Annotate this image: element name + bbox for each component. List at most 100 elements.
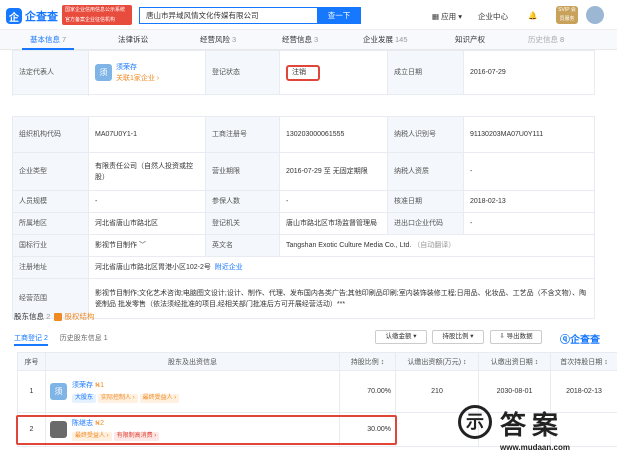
search-button[interactable]: 查一下 [317, 7, 361, 24]
share-ratio-filter[interactable]: 持股比例 ▾ [432, 330, 484, 344]
shareholder-cell: 陈继志 ⛕2 最终受益人 › 有限制高消费 › [45, 412, 340, 447]
main-tabs: 基本信息 7 法律诉讼 经营风险 3 经营信息 3 企业发展 145 知识产权 历史信息… [0, 30, 617, 50]
official-badge: 国家企业信用信息公示系统 官方备案企业征信机构 [62, 5, 132, 25]
authority-value: 唐山市路北区市场监督管理局 [279, 212, 388, 235]
tab-history-shareholders[interactable]: 历史股东信息 1 [60, 335, 108, 342]
structure-icon [54, 313, 63, 322]
row-index: 2 [17, 412, 46, 447]
tag-consumption-restricted[interactable]: 有限制高消费 › [113, 431, 160, 441]
biz-reg-no-value: 130203000061555 [279, 116, 388, 153]
search-input[interactable]: 唐山市异域风情文化传媒有限公司 [139, 7, 317, 24]
insured-value: - [279, 190, 388, 213]
ratio-value: 30.00% [339, 412, 396, 447]
watermark-logo-icon: 示 [458, 405, 492, 439]
app-menu-label: 应用 [441, 12, 457, 21]
related-companies-link[interactable]: 关联1家企业 › [116, 75, 159, 82]
qcc-logo[interactable]: 企 企查查 [6, 8, 58, 24]
shareholder-subtabs: 工商登记 2 历史股东信息 1 [14, 333, 108, 346]
company-type-value: 有限责任公司（自然人投资或控股） [88, 152, 206, 191]
label-insured: 参保人数 [205, 190, 280, 213]
watermark-url: www.mudaan.com [500, 443, 570, 452]
label-industry: 国标行业 [12, 234, 89, 257]
logo-text: 企查查 [25, 11, 58, 23]
tag-beneficiary[interactable]: 最终受益人 › [71, 431, 112, 441]
english-name-cell: Tangshan Exotic Culture Media Co., Ltd. … [279, 234, 595, 257]
staff-size-value: - [88, 190, 206, 213]
col-index: 序号 [17, 352, 46, 371]
logo-badge: 企 [6, 8, 22, 24]
tab-legal[interactable]: 法律诉讼 [118, 34, 148, 45]
user-avatar[interactable] [586, 6, 604, 24]
industry-dropdown[interactable]: 影视节目制作 ﹀ [88, 234, 206, 257]
label-company-type: 企业类型 [12, 152, 89, 191]
subscribed-amount-filter[interactable]: 认缴金额 ▾ [375, 330, 427, 344]
shareholder-cell: 须 须荣存 ⛕1 大股东 实际控制人 › 最终受益人 › [45, 370, 340, 413]
watermark: 示 答案 www.mudaan.com [458, 403, 608, 458]
bell-icon[interactable]: 🔔 [528, 11, 537, 20]
avatar [50, 421, 67, 438]
shareholder-name-link[interactable]: 陈继志 [72, 420, 93, 427]
taxpayer-qual-value: - [463, 152, 595, 191]
brand-text: 企查查 [570, 335, 600, 346]
label-region: 所属地区 [12, 212, 89, 235]
tab-development[interactable]: 企业发展 145 [363, 34, 408, 45]
top-bar: 企 企查查 国家企业信用信息公示系统 官方备案企业征信机构 唐山市异域风情文化传… [0, 0, 617, 30]
tab-history[interactable]: 历史信息 8 [528, 34, 564, 45]
shareholder-name-link[interactable]: 须荣存 [72, 382, 93, 389]
export-button[interactable]: ⇩ 导出数据 [490, 330, 542, 344]
status-badge: 注销 [286, 64, 320, 81]
taxpayer-id-value: 91130203MA07U0Y111 [463, 116, 595, 153]
app-menu[interactable]: ▦ 应用 ▾ [432, 11, 462, 22]
relation-badge: ⛕2 [94, 419, 105, 427]
label-english-name: 英文名 [205, 234, 280, 257]
col-sub-date[interactable]: 认缴出资日期 ↕ [478, 352, 551, 371]
svip-badge[interactable]: SVIP 会员服务 [556, 6, 578, 24]
label-staff-size: 人员规模 [12, 190, 89, 213]
avatar: 须 [95, 64, 112, 81]
reg-status-cell: 注销 [279, 50, 388, 95]
col-first-date[interactable]: 首次持股日期 ↕ [550, 352, 617, 371]
col-ratio[interactable]: 持股比例 ↕ [339, 352, 396, 371]
label-address: 注册地址 [12, 256, 89, 279]
tab-ip[interactable]: 知识产权 [455, 34, 485, 45]
tab-business-info[interactable]: 经营信息 3 [282, 34, 318, 45]
label-approval-date: 核准日期 [387, 190, 464, 213]
legal-rep-cell: 须 须荣存 关联1家企业 › [88, 50, 206, 95]
col-amount[interactable]: 认缴出资额(万元) ↕ [395, 352, 479, 371]
shareholders-title: 股东信息 [14, 312, 44, 321]
row-index: 1 [17, 370, 46, 413]
auto-translate-note: （自动翻译） [413, 242, 456, 249]
relation-badge: ⛕1 [94, 381, 105, 389]
label-biz-term: 营业期限 [205, 152, 280, 191]
ratio-value: 70.00% [339, 370, 396, 413]
label-reg-status: 登记状态 [205, 50, 280, 95]
label-taxpayer-id: 纳税人识别号 [387, 116, 464, 153]
qcc-brand-logo: ⓠ企查查 [560, 335, 600, 346]
english-name-value: Tangshan Exotic Culture Media Co., Ltd. [286, 242, 412, 249]
legal-rep-name-link[interactable]: 须荣存 [116, 64, 137, 71]
tag-major-shareholder: 大股东 [71, 393, 96, 403]
approval-date-value: 2018-02-13 [463, 190, 595, 213]
established-value: 2016-07-29 [463, 50, 595, 95]
tab-business-registration[interactable]: 工商登记 2 [14, 335, 48, 346]
org-code-value: MA07U0Y1-1 [88, 116, 206, 153]
label-import-export: 进出口企业代码 [387, 212, 464, 235]
label-org-code: 组织机构代码 [12, 116, 89, 153]
label-authority: 登记机关 [205, 212, 280, 235]
basic-info-table: 法定代表人 须 须荣存 关联1家企业 › 登记状态 注销 成立日期 2016-0… [12, 50, 595, 319]
watermark-text: 答案 [500, 410, 565, 440]
equity-structure-link[interactable]: 股权结构 [65, 312, 95, 321]
biz-term-value: 2016-07-29 至 无固定期限 [279, 152, 388, 191]
avatar: 须 [50, 383, 67, 400]
label-biz-reg-no: 工商注册号 [205, 116, 280, 153]
tab-business-risk[interactable]: 经营风险 3 [200, 34, 236, 45]
tab-basic-info[interactable]: 基本信息 7 [30, 34, 66, 45]
import-export-value: - [463, 212, 595, 235]
enterprise-center-link[interactable]: 企业中心 [478, 11, 508, 22]
label-legal-rep: 法定代表人 [12, 50, 89, 95]
label-established: 成立日期 [387, 50, 464, 95]
export-label: 导出数据 [506, 333, 533, 340]
tag-beneficiary[interactable]: 最终受益人 › [139, 393, 180, 403]
tag-controller[interactable]: 实际控制人 › [97, 393, 138, 403]
nearby-companies-link[interactable]: 附近企业 [215, 264, 243, 271]
